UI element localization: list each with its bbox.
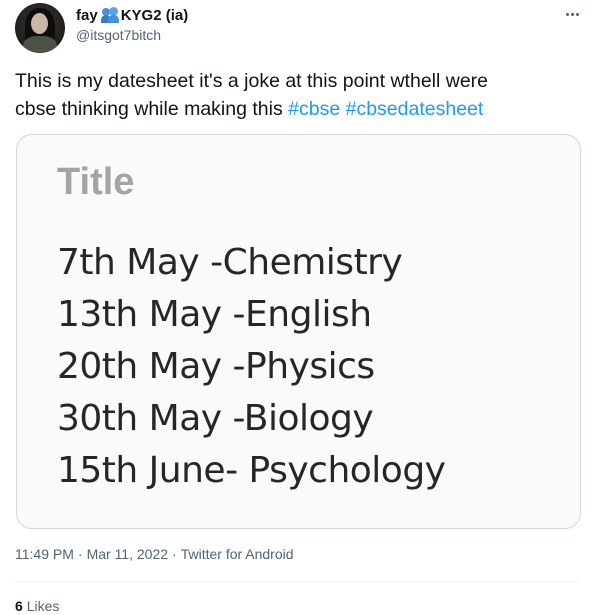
avatar[interactable] — [15, 3, 65, 53]
media-image[interactable]: Title 7th May -Chemistry 13th May -Engli… — [16, 134, 581, 529]
people-hugging-emoji-icon — [100, 7, 119, 23]
likes-stat[interactable]: 6 Likes — [15, 598, 59, 614]
tweet-source-link[interactable]: Twitter for Android — [181, 546, 294, 562]
tweet-date[interactable]: Mar 11, 2022 — [87, 546, 168, 562]
hashtag-cbsedatesheet-link[interactable]: #cbsedatesheet — [346, 98, 484, 120]
tweet-text-line-2-prefix: cbse thinking while making this — [15, 98, 289, 120]
hashtag-cbse-link[interactable]: #cbse — [288, 98, 340, 120]
likes-count: 6 — [15, 598, 23, 614]
likes-label: Likes — [26, 598, 60, 614]
meta-separator: · — [172, 546, 177, 562]
datesheet-row: 13th May -English — [57, 294, 372, 335]
meta-separator: · — [77, 546, 83, 562]
tweet-text: This is my datesheet it's a joke at this… — [15, 67, 590, 123]
divider — [15, 581, 580, 582]
tweet-time[interactable]: 11:49 PM — [15, 546, 74, 562]
more-options-icon[interactable] — [558, 4, 586, 24]
datesheet-row: 15th June- Psychology — [57, 450, 446, 491]
display-name-suffix[interactable]: KYG2 (ia) — [121, 7, 189, 24]
datesheet-row: 7th May -Chemistry — [57, 242, 403, 283]
user-handle[interactable]: @itsgot7bitch — [76, 27, 161, 43]
avatar-face — [31, 13, 48, 34]
media-title: Title — [57, 161, 135, 203]
tweet-metadata: 11:49 PM · Mar 11, 2022 · Twitter for Androi… — [15, 546, 294, 562]
tweet-text-line-2: cbse thinking while making this #cbse #c… — [15, 95, 590, 123]
datesheet-row: 30th May -Biology — [57, 398, 374, 439]
datesheet-row: 20th May -Physics — [57, 346, 375, 387]
display-name[interactable]: fay — [76, 7, 98, 24]
avatar-body — [23, 36, 57, 53]
datesheet-list: 7th May -Chemistry 13th May -English 20t… — [57, 237, 446, 497]
author-name-row[interactable]: fay KYG2 (ia) — [76, 6, 188, 24]
tweet-text-line-1: This is my datesheet it's a joke at this… — [15, 70, 489, 92]
